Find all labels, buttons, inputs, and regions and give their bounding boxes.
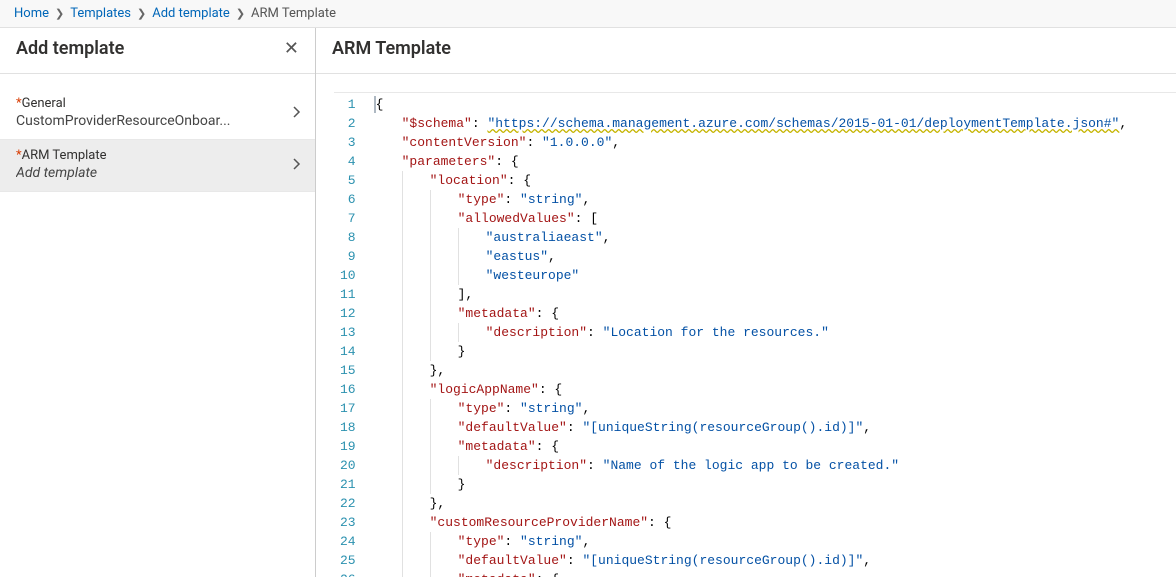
breadcrumb-link-templates[interactable]: Templates (70, 6, 131, 21)
code-content[interactable]: {"$schema": "https://schema.management.a… (366, 93, 1176, 577)
breadcrumb: Home ❯ Templates ❯ Add template ❯ ARM Te… (0, 0, 1176, 28)
step-item-0[interactable]: *General CustomProviderResourceOnboar... (0, 88, 315, 140)
line-number-gutter: 1234567891011121314151617181920212223242… (334, 93, 366, 577)
breadcrumb-current: ARM Template (251, 6, 336, 21)
chevron-right-icon (291, 106, 303, 122)
right-panel: ARM Template 123456789101112131415161718… (316, 28, 1176, 577)
step-item-1[interactable]: *ARM Template Add template (0, 140, 315, 192)
breadcrumb-link-add-template[interactable]: Add template (152, 6, 230, 21)
chevron-right-icon: ❯ (55, 7, 64, 20)
right-panel-title: ARM Template (332, 38, 451, 59)
breadcrumb-link-home[interactable]: Home (14, 6, 49, 21)
step-label: *ARM Template (16, 148, 299, 163)
close-icon[interactable]: ✕ (284, 40, 299, 58)
step-label: *General (16, 96, 299, 111)
left-panel: Add template ✕ *General CustomProviderRes… (0, 28, 316, 577)
chevron-right-icon (291, 158, 303, 174)
chevron-right-icon: ❯ (236, 7, 245, 20)
left-panel-title: Add template (16, 38, 124, 59)
code-editor[interactable]: 1234567891011121314151617181920212223242… (334, 92, 1176, 577)
chevron-right-icon: ❯ (137, 7, 146, 20)
step-sub: Add template (16, 165, 299, 181)
step-sub: CustomProviderResourceOnboar... (16, 113, 299, 129)
